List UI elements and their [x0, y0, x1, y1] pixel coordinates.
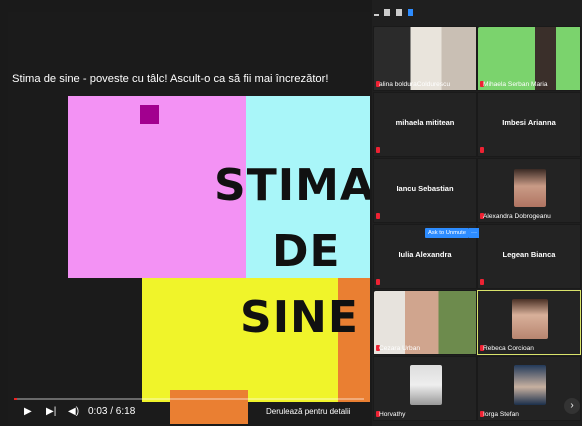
video-feed: [512, 299, 548, 339]
video-title: Stima de sine - poveste cu tâlc! Ascult-…: [12, 73, 329, 85]
participant-name: Rebeca Corcioan: [483, 345, 534, 352]
slide-word-2: DE: [272, 226, 341, 277]
participant-tile[interactable]: alina bolduraColdurescu: [373, 26, 477, 91]
more-options-button[interactable]: ···: [469, 228, 479, 238]
mic-muted-icon: [376, 279, 380, 285]
ask-to-unmute-button[interactable]: Ask to Unmute: [425, 228, 470, 238]
slide-word-1: STIMA: [214, 160, 370, 211]
participants-panel: alina bolduraColdurescu Mihaela Serban M…: [372, 0, 582, 426]
participant-name: Mihaela Serban Maria: [483, 81, 548, 88]
avatar-image: [410, 365, 442, 405]
view-icon-2[interactable]: [396, 9, 402, 16]
mic-muted-icon: [376, 213, 380, 219]
mic-muted-icon: [480, 279, 484, 285]
slide-word-3: SINE: [240, 292, 359, 343]
view-icon-1[interactable]: [384, 9, 390, 16]
participant-name: Iorga Stefan: [483, 411, 519, 418]
video-controls: ▶ ▶| ◀) 0:03 / 6:18 Derulează pentru det…: [8, 398, 370, 424]
slide-magenta-square: [140, 105, 159, 124]
participant-tile[interactable]: Mihaela Serban Maria: [477, 26, 581, 91]
participant-name: Iancu Sebastian: [396, 184, 454, 193]
mic-muted-icon: [376, 147, 380, 153]
zoom-window: STIMA DE SINE Stima de sine - poveste cu…: [0, 0, 582, 426]
minimize-icon[interactable]: [374, 14, 379, 16]
participant-name: Horvathy: [379, 411, 406, 418]
play-icon[interactable]: ▶: [24, 406, 32, 418]
participant-name: Cezara Urban: [379, 345, 421, 352]
participant-tile[interactable]: mihaela mititean: [373, 92, 477, 157]
details-hint[interactable]: Derulează pentru detalii: [266, 406, 351, 418]
next-page-button[interactable]: ›: [564, 398, 580, 414]
participant-tile[interactable]: Imbesi Arianna: [477, 92, 581, 157]
participant-name: Iulia Alexandra: [398, 250, 452, 259]
shared-screen-video[interactable]: STIMA DE SINE Stima de sine - poveste cu…: [8, 12, 370, 424]
mic-muted-icon: [480, 147, 484, 153]
participant-name: mihaela mititean: [395, 118, 455, 127]
participant-name: Imbesi Arianna: [502, 118, 556, 127]
avatar-image: [514, 365, 546, 405]
participant-tile-active[interactable]: Rebeca Corcioan: [477, 290, 581, 355]
participant-tile[interactable]: Iancu Sebastian: [373, 158, 477, 223]
progress-bar[interactable]: [14, 398, 364, 400]
participant-tile[interactable]: Horvathy: [373, 356, 477, 421]
participant-name: Alexandra Dobrogeanu: [483, 213, 551, 220]
view-icon-3[interactable]: [408, 9, 413, 16]
participant-tile[interactable]: Cezara Urban: [373, 290, 477, 355]
participant-name: alina bolduraColdurescu: [379, 81, 451, 88]
next-icon[interactable]: ▶|: [46, 406, 56, 418]
time-display: 0:03 / 6:18: [88, 406, 136, 417]
participant-tile[interactable]: Alexandra Dobrogeanu: [477, 158, 581, 223]
view-controls: [372, 0, 582, 26]
video-feed: [514, 169, 546, 207]
progress-fill: [14, 398, 17, 400]
participant-name: Legean Bianca: [502, 250, 556, 259]
participant-grid: alina bolduraColdurescu Mihaela Serban M…: [372, 26, 582, 426]
volume-icon[interactable]: ◀): [68, 406, 79, 418]
participant-tile[interactable]: Legean Bianca: [477, 224, 581, 289]
